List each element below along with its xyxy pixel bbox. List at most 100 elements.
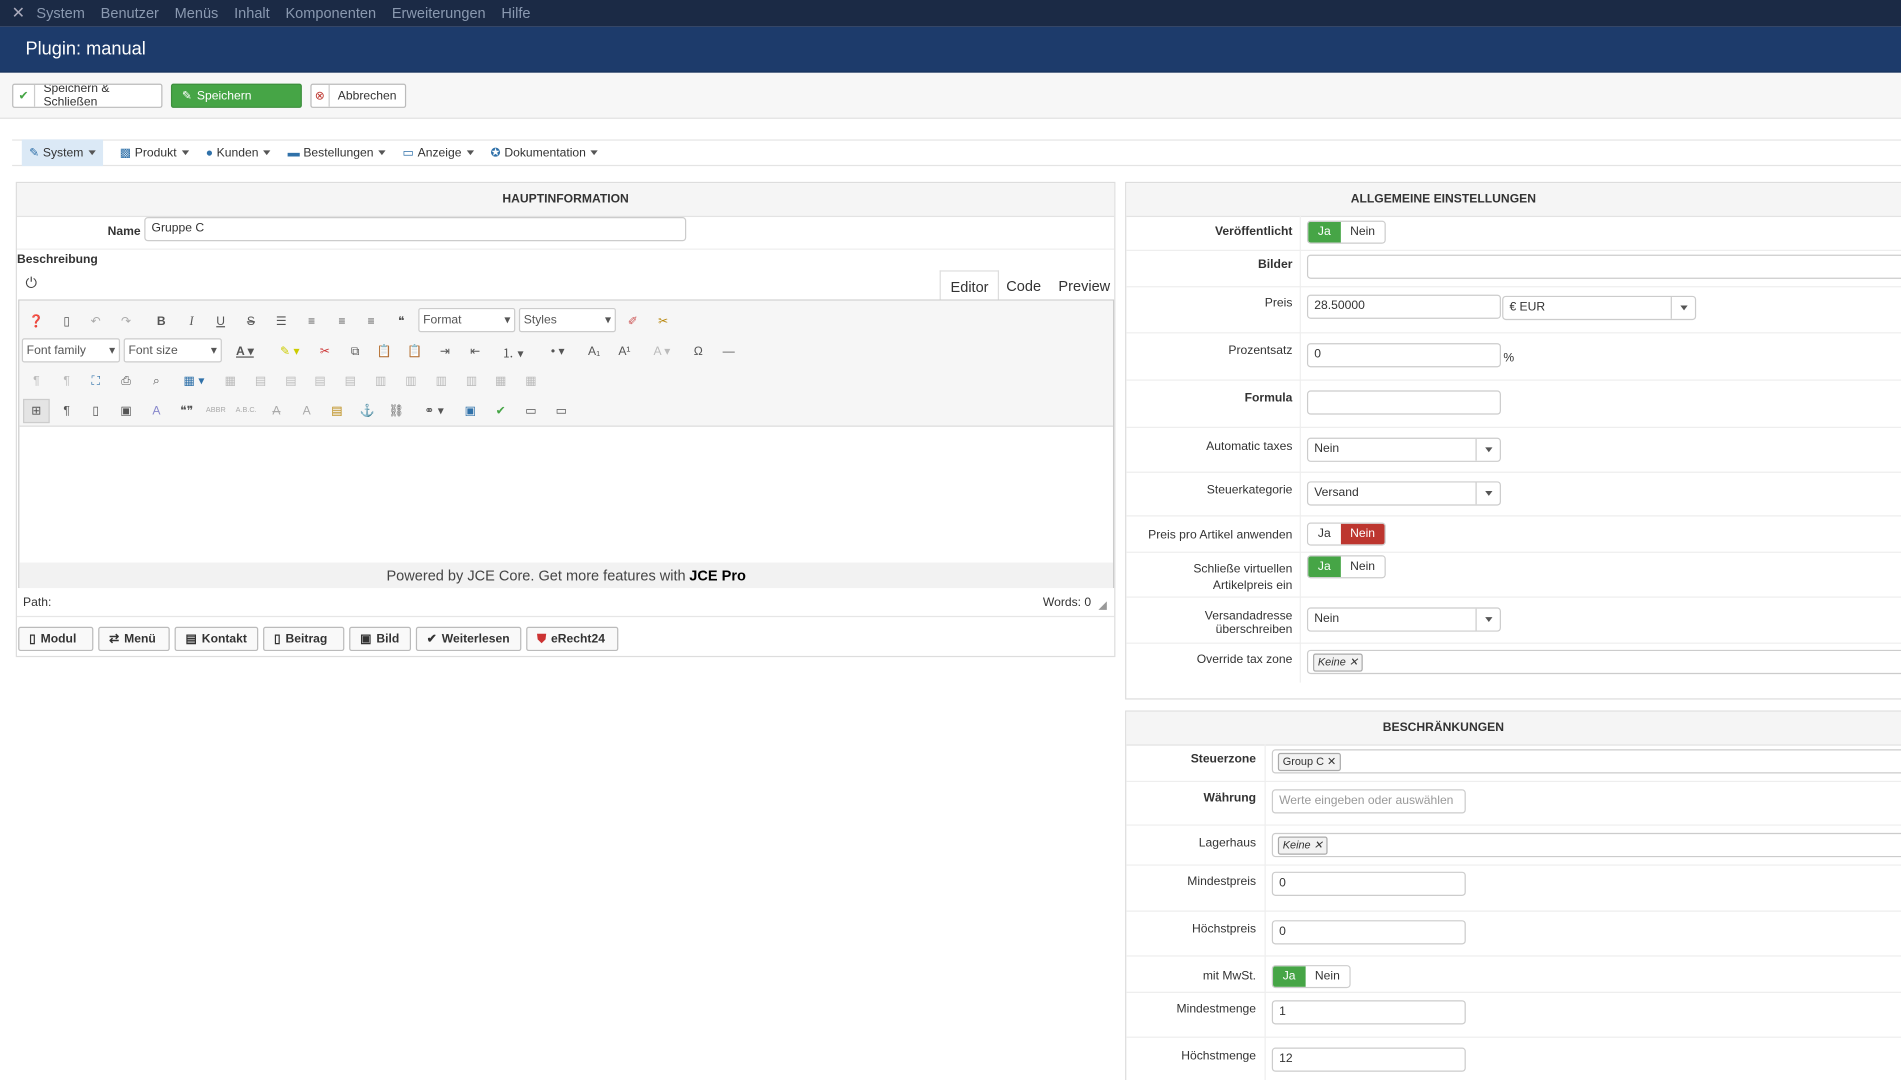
highlight-color-icon[interactable]: ✎ ▾ xyxy=(272,339,308,363)
tab-product[interactable]: ▩ Produkt xyxy=(120,139,189,166)
bold-icon[interactable]: B xyxy=(150,309,172,333)
align-center-icon[interactable]: ≡ xyxy=(301,309,323,333)
table-props-icon[interactable]: ▦ xyxy=(219,369,241,393)
delete-row-icon[interactable]: ▤ xyxy=(339,369,361,393)
erecht24-button[interactable]: ⛊ eRecht24 xyxy=(526,626,619,652)
ltr-icon[interactable]: ¶ xyxy=(25,369,47,393)
save-close-button[interactable]: ✔ Speichern & Schließen xyxy=(12,83,163,108)
image-icon[interactable]: ▣ xyxy=(459,399,481,423)
tab-orders[interactable]: ▬ Bestellungen xyxy=(288,139,386,166)
formula-input[interactable] xyxy=(1306,390,1501,415)
vat-toggle[interactable]: Ja Nein xyxy=(1271,965,1351,989)
anchor-icon[interactable]: ⚓ xyxy=(356,399,378,423)
resize-handle-icon[interactable]: ◢ xyxy=(1098,599,1106,612)
align-justify-icon[interactable]: ☰ xyxy=(270,309,292,333)
save-button[interactable]: ✎ Speichern xyxy=(170,83,302,108)
numbered-list-icon[interactable]: ⒈ ▾ xyxy=(495,339,531,363)
font-size-select[interactable]: Font size ▾ xyxy=(123,338,222,363)
split-cells-icon[interactable]: ▦ xyxy=(520,369,542,393)
cancel-button[interactable]: ⊗ Abbrechen xyxy=(310,83,407,108)
styles-select[interactable]: Styles ▾ xyxy=(518,307,616,333)
copy-icon[interactable]: ⧉ xyxy=(344,339,366,363)
tax-category-select[interactable]: Versand xyxy=(1306,481,1501,506)
max-qty-input[interactable]: 12 xyxy=(1271,1047,1466,1072)
menu-users[interactable]: Benutzer xyxy=(101,5,159,22)
published-toggle[interactable]: Ja Nein xyxy=(1306,220,1386,244)
strikethrough-icon[interactable]: S xyxy=(240,309,262,333)
cut-icon[interactable]: ✂ xyxy=(314,339,336,363)
language-icon[interactable]: A ▾ xyxy=(644,339,680,363)
image-button[interactable]: ▣ Bild xyxy=(349,626,412,652)
source-icon[interactable]: ▭ xyxy=(550,399,572,423)
price-input[interactable]: 28.50000 xyxy=(1306,294,1501,319)
outdent-icon[interactable]: ⇤ xyxy=(464,339,486,363)
paste-text-icon[interactable]: 📋 xyxy=(404,339,426,363)
eraser-icon[interactable]: ✐ xyxy=(622,309,644,333)
italic-icon[interactable]: I xyxy=(181,309,203,333)
ship-address-select[interactable]: Nein xyxy=(1306,607,1501,632)
row-props-icon[interactable]: ▤ xyxy=(309,369,331,393)
menu-help[interactable]: Hilfe xyxy=(501,5,530,22)
paste-icon[interactable]: 📋 xyxy=(373,339,395,363)
undo-icon[interactable]: ↶ xyxy=(85,309,107,333)
power-toggle-icon[interactable]: ⏻ xyxy=(25,274,37,292)
acronym-icon[interactable]: A.B.C. xyxy=(235,399,257,423)
abbr-icon[interactable]: ABBR xyxy=(205,399,227,423)
menu-extensions[interactable]: Erweiterungen xyxy=(392,5,486,22)
text-color-icon[interactable]: A ▾ xyxy=(227,339,263,363)
underline-icon[interactable]: U xyxy=(210,309,232,333)
fullscreen-icon[interactable]: ⛶ xyxy=(85,369,107,393)
blockquote-icon[interactable]: ❝ xyxy=(390,309,412,333)
media-icon[interactable]: ▣ xyxy=(115,399,137,423)
currency-input[interactable]: Werte eingeben oder auswählen xyxy=(1271,789,1466,814)
joomla-logo-icon[interactable]: ✕ xyxy=(0,4,36,23)
delete-col-icon[interactable]: ▥ xyxy=(461,369,483,393)
table-icon[interactable]: ▦ ▾ xyxy=(176,369,212,393)
align-right-icon[interactable]: ≡ xyxy=(360,309,382,333)
tab-editor[interactable]: Editor xyxy=(939,270,1000,301)
tag-chip[interactable]: Keine ✕ xyxy=(1313,653,1363,672)
max-price-input[interactable]: 0 xyxy=(1271,920,1466,945)
article-button[interactable]: ▯ Beitrag xyxy=(263,626,345,652)
images-input[interactable] xyxy=(1306,254,1901,279)
percent-input[interactable]: 0 xyxy=(1306,343,1501,368)
unlink-icon[interactable]: ⛓ xyxy=(386,399,408,423)
menu-menus[interactable]: Menüs xyxy=(175,5,219,22)
align-left-icon[interactable]: ≡ xyxy=(331,309,353,333)
override-tax-input[interactable]: Keine ✕ xyxy=(1306,649,1901,675)
subscript-icon[interactable]: A₁ xyxy=(583,339,605,363)
auto-taxes-select[interactable]: Nein xyxy=(1306,437,1501,462)
indent-icon[interactable]: ⇥ xyxy=(434,339,456,363)
module-button[interactable]: ▯ Modul xyxy=(18,626,94,652)
format-select[interactable]: Format ▾ xyxy=(418,307,516,333)
template-icon[interactable]: ▯ xyxy=(85,399,107,423)
row-after-icon[interactable]: ▤ xyxy=(280,369,302,393)
min-qty-input[interactable]: 1 xyxy=(1271,1000,1466,1025)
col-after-icon[interactable]: ▥ xyxy=(400,369,422,393)
col-before-icon[interactable]: ▥ xyxy=(370,369,392,393)
tab-preview[interactable]: Preview xyxy=(1049,270,1120,299)
horizontal-rule-icon[interactable]: — xyxy=(718,339,740,363)
font-family-select[interactable]: Font family ▾ xyxy=(21,338,121,363)
currency-select[interactable]: € EUR xyxy=(1502,295,1697,321)
visual-chars-icon[interactable]: ¶ xyxy=(56,399,78,423)
rtl-icon[interactable]: ¶ xyxy=(56,369,78,393)
merge-cells-icon[interactable]: ▦ xyxy=(490,369,512,393)
ins-icon[interactable]: A xyxy=(296,399,318,423)
virtual-price-toggle[interactable]: Ja Nein xyxy=(1306,555,1386,579)
superscript-icon[interactable]: A¹ xyxy=(613,339,635,363)
del-icon[interactable]: A xyxy=(266,399,288,423)
menu-system[interactable]: System xyxy=(36,5,85,22)
search-icon[interactable]: ⌕ xyxy=(145,369,167,393)
readmore-button[interactable]: ✔ Weiterlesen xyxy=(415,626,522,652)
link-icon[interactable]: ⚭ ▾ xyxy=(416,399,452,423)
redo-icon[interactable]: ↷ xyxy=(115,309,137,333)
menu-content[interactable]: Inhalt xyxy=(234,5,270,22)
new-document-icon[interactable]: ▯ xyxy=(56,309,78,333)
price-per-item-toggle[interactable]: Ja Nein xyxy=(1306,522,1386,546)
tag-chip[interactable]: Keine ✕ xyxy=(1277,836,1328,855)
tax-zone-input[interactable]: Group C ✕ xyxy=(1271,749,1901,774)
style-props-icon[interactable]: A xyxy=(145,399,167,423)
warehouse-input[interactable]: Keine ✕ xyxy=(1271,832,1901,858)
tab-documentation[interactable]: ✪ Dokumentation xyxy=(491,139,599,166)
